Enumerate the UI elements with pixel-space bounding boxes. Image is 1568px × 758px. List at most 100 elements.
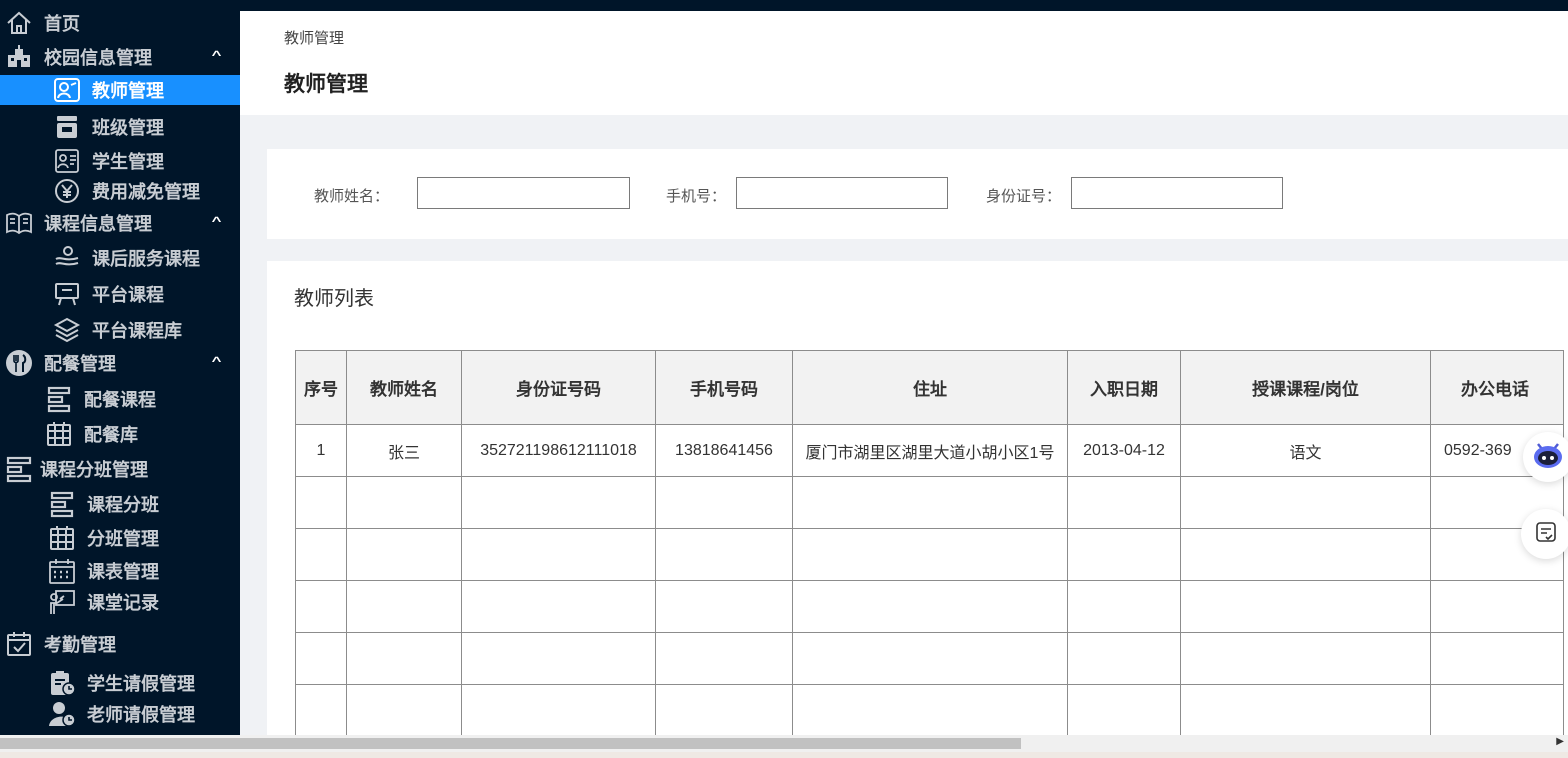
breadcrumb[interactable]: 教师管理 bbox=[284, 27, 344, 48]
book-icon bbox=[4, 209, 34, 237]
phone-label: 手机号： bbox=[666, 188, 727, 205]
sidebar-group-label: 课程分班管理 bbox=[40, 460, 148, 480]
yuan-icon bbox=[52, 177, 82, 205]
sidebar-item-class-split-management[interactable]: 分班管理 bbox=[0, 523, 240, 553]
chevron-up-icon[interactable]: ^ bbox=[212, 354, 222, 368]
column-header: 序号 bbox=[295, 350, 347, 425]
search-panel: 教师姓名： 手机号： 身份证号： bbox=[267, 149, 1568, 239]
sidebar-item-label: 学生管理 bbox=[92, 152, 164, 172]
chevron-up-icon[interactable]: ^ bbox=[212, 48, 222, 62]
sidebar-item-label: 平台课程 bbox=[92, 285, 164, 305]
table-cell: 厦门市湖里区湖里大道小胡小区1号 bbox=[792, 424, 1068, 477]
table-row[interactable]: 1 张三 352721198612111018 13818641456 厦门市湖… bbox=[295, 424, 1564, 477]
sidebar-group-label: 考勤管理 bbox=[44, 635, 116, 655]
sidebar-item-label: 课堂记录 bbox=[87, 593, 159, 613]
scroll-right-arrow-icon[interactable]: ▶ bbox=[1556, 736, 1564, 747]
teacher-name-input[interactable] bbox=[417, 177, 630, 209]
table-row-empty bbox=[295, 684, 1564, 735]
teacher-icon bbox=[52, 76, 82, 104]
sidebar-item-classroom-record[interactable]: 课堂记录 bbox=[0, 587, 240, 617]
sidebar-group-dining[interactable]: 配餐管理 ^ bbox=[0, 348, 240, 378]
column-header: 身份证号码 bbox=[461, 350, 656, 425]
notes-icon bbox=[1535, 521, 1557, 548]
record-icon bbox=[47, 588, 77, 616]
sidebar-item-label: 分班管理 bbox=[87, 529, 159, 549]
horizontal-scrollbar[interactable]: ▶ bbox=[0, 735, 1568, 752]
sidebar-item-course-split[interactable]: 课程分班 bbox=[0, 489, 240, 519]
sidebar-item-student-leave[interactable]: 学生请假管理 bbox=[0, 668, 240, 698]
table-header-row: 序号 教师姓名 身份证号码 手机号码 住址 入职日期 授课课程/岗位 办公电话 bbox=[295, 350, 1564, 425]
column-header: 教师姓名 bbox=[346, 350, 462, 425]
id-number-input[interactable] bbox=[1071, 177, 1283, 209]
column-header: 手机号码 bbox=[655, 350, 793, 425]
column-header: 办公电话 bbox=[1430, 350, 1564, 425]
assistant-button[interactable] bbox=[1523, 432, 1568, 482]
table-cell: 352721198612111018 bbox=[461, 424, 656, 477]
top-bar bbox=[240, 0, 1568, 11]
layers-icon bbox=[52, 316, 82, 344]
sidebar-group-campus[interactable]: 校园信息管理 ^ bbox=[0, 42, 240, 72]
sidebar-item-label: 平台课程库 bbox=[92, 321, 182, 341]
sidebar-item-teacher-management[interactable]: 教师管理 bbox=[0, 75, 240, 105]
schedule-icon bbox=[47, 557, 77, 585]
table-cell: 1 bbox=[295, 424, 347, 477]
split-icon bbox=[4, 455, 34, 483]
sidebar-item-platform-course[interactable]: 平台课程 bbox=[0, 279, 240, 309]
sidebar-item-label: 课后服务课程 bbox=[92, 249, 200, 269]
split-icon bbox=[44, 385, 74, 413]
school-icon bbox=[4, 43, 34, 71]
phone-input[interactable] bbox=[736, 177, 948, 209]
page-title: 教师管理 bbox=[284, 73, 368, 96]
sidebar-group-attendance[interactable]: 考勤管理 bbox=[0, 629, 240, 659]
table-row-empty bbox=[295, 476, 1564, 529]
sidebar-item-platform-course-library[interactable]: 平台课程库 bbox=[0, 315, 240, 345]
sidebar-item-label: 教师管理 bbox=[92, 81, 164, 101]
sidebar-item-student-management[interactable]: 学生管理 bbox=[0, 146, 240, 176]
sidebar-item-home[interactable]: 首页 bbox=[0, 8, 240, 38]
notes-button[interactable] bbox=[1521, 509, 1568, 559]
sidebar-group-label: 课程信息管理 bbox=[44, 214, 152, 234]
student-card-icon bbox=[52, 147, 82, 175]
sidebar-item-fee-reduction[interactable]: 费用减免管理 bbox=[0, 176, 240, 206]
sidebar-item-dining-course[interactable]: 配餐课程 bbox=[0, 384, 240, 414]
table-row-empty bbox=[295, 580, 1564, 633]
sidebar-item-label: 配餐课程 bbox=[84, 390, 156, 410]
sidebar-item-label: 课程分班 bbox=[87, 495, 159, 515]
home-icon bbox=[4, 9, 34, 37]
table-row-empty bbox=[295, 528, 1564, 581]
bottom-strip bbox=[0, 752, 1568, 758]
table-row-empty bbox=[295, 632, 1564, 685]
sidebar-item-label: 老师请假管理 bbox=[87, 705, 195, 725]
sidebar-item-label: 费用减免管理 bbox=[92, 182, 200, 202]
teacher-leave-icon bbox=[47, 700, 77, 728]
sidebar: 首页 校园信息管理 ^ 教师管理 班级管理 学生管理 费用减免管理 课程信息管理… bbox=[0, 0, 240, 735]
scrollbar-thumb[interactable] bbox=[0, 738, 1021, 749]
table-cell: 语文 bbox=[1180, 424, 1431, 477]
class-icon bbox=[52, 113, 82, 141]
calendar-icon bbox=[47, 524, 77, 552]
sidebar-item-teacher-leave[interactable]: 老师请假管理 bbox=[0, 699, 240, 729]
robot-icon bbox=[1531, 438, 1565, 477]
sidebar-item-after-school-course[interactable]: 课后服务课程 bbox=[0, 243, 240, 273]
teacher-list-panel: 教师列表 序号 教师姓名 身份证号码 手机号码 住址 入职日期 授课课程/岗位 … bbox=[267, 261, 1568, 735]
sidebar-group-label: 校园信息管理 bbox=[44, 48, 152, 68]
sidebar-item-label: 学生请假管理 bbox=[87, 674, 195, 694]
sidebar-item-dining-library[interactable]: 配餐库 bbox=[0, 419, 240, 449]
split-icon bbox=[47, 490, 77, 518]
sidebar-group-label: 配餐管理 bbox=[44, 354, 116, 374]
attendance-icon bbox=[4, 630, 34, 658]
list-title: 教师列表 bbox=[294, 288, 374, 310]
chevron-up-icon[interactable]: ^ bbox=[212, 214, 222, 228]
sidebar-item-label: 配餐库 bbox=[84, 425, 138, 445]
sidebar-item-label: 课表管理 bbox=[87, 562, 159, 582]
sidebar-item-class-management[interactable]: 班级管理 bbox=[0, 112, 240, 142]
column-header: 住址 bbox=[792, 350, 1068, 425]
sidebar-item-schedule-management[interactable]: 课表管理 bbox=[0, 556, 240, 586]
sidebar-item-label: 首页 bbox=[44, 14, 80, 34]
grid-icon bbox=[44, 420, 74, 448]
sidebar-group-course[interactable]: 课程信息管理 ^ bbox=[0, 208, 240, 238]
board-icon bbox=[52, 280, 82, 308]
leave-icon bbox=[47, 669, 77, 697]
teacher-table: 序号 教师姓名 身份证号码 手机号码 住址 入职日期 授课课程/岗位 办公电话 … bbox=[295, 350, 1564, 735]
sidebar-group-class-split[interactable]: 课程分班管理 bbox=[0, 454, 240, 484]
